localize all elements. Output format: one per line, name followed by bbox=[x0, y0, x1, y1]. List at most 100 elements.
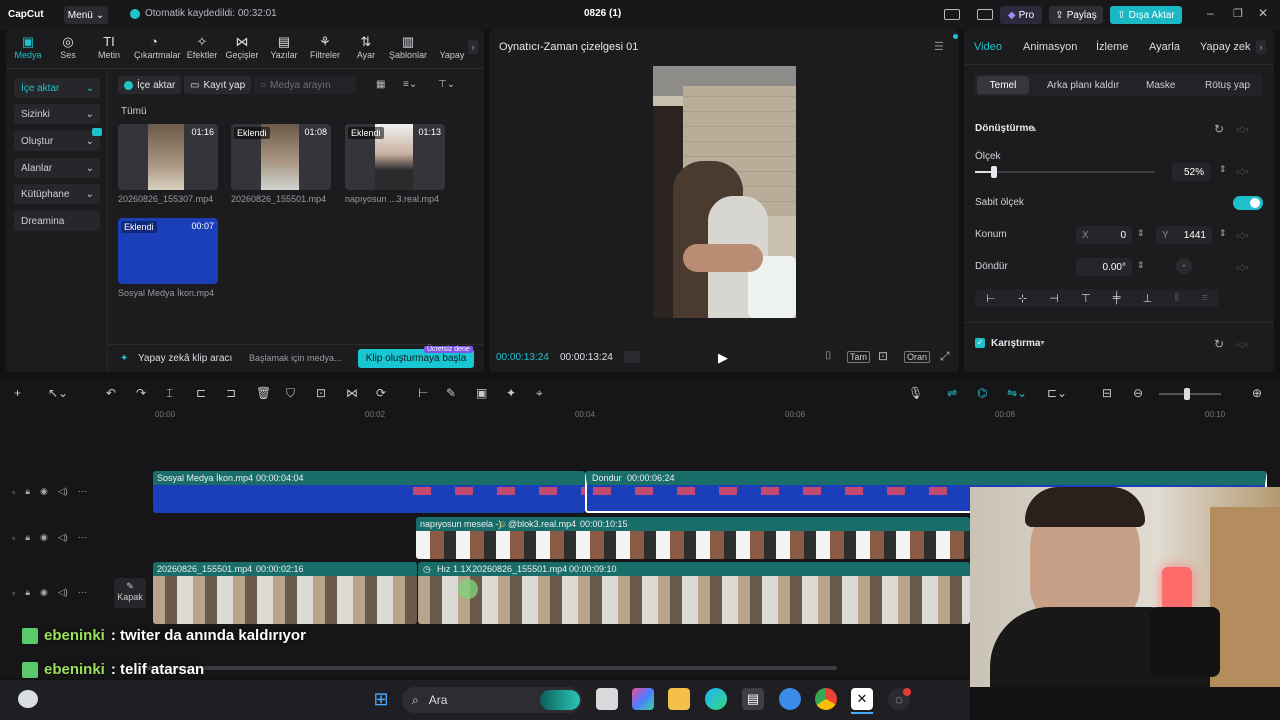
rotate-icon[interactable]: ⟳ bbox=[376, 386, 386, 400]
waveform-icon[interactable] bbox=[624, 351, 640, 363]
ratio-button[interactable]: Oran bbox=[904, 351, 931, 363]
globe-icon[interactable] bbox=[779, 688, 801, 710]
tool-sticker[interactable]: ◔ Çıkartmalar bbox=[134, 34, 181, 60]
tool-media[interactable]: ▣ Medya bbox=[8, 34, 48, 60]
stepper-icon[interactable]: ⇕ bbox=[1219, 164, 1227, 175]
tab-animation[interactable]: Animasyon bbox=[1023, 41, 1077, 53]
align-right-icon[interactable]: ⊣ bbox=[1049, 292, 1059, 305]
keyframe-icon[interactable]: ‹◇› bbox=[1236, 124, 1249, 135]
keyframe-icon[interactable]: ‹◇› bbox=[1236, 166, 1249, 177]
shield-icon[interactable]: ⛉ bbox=[286, 386, 295, 401]
keyframe-icon[interactable]: ‹◇› bbox=[1236, 339, 1249, 350]
transition-marker[interactable] bbox=[458, 579, 478, 599]
chart-icon[interactable]: ⌷ bbox=[825, 350, 832, 363]
sidebar-item-spaces[interactable]: Alanlar ⌄ bbox=[14, 158, 100, 178]
snap-icon[interactable]: ⇋⌄ bbox=[1007, 386, 1027, 400]
media-item[interactable]: Eklendi 01:13 napıyosun ...3.real.mp4 bbox=[345, 124, 445, 204]
split-left-icon[interactable]: ⊏ bbox=[196, 386, 206, 400]
chevron-up-icon[interactable]: ▲ bbox=[1030, 124, 1038, 133]
sidebar-item-library[interactable]: Kütüphane ⌄ bbox=[14, 184, 100, 204]
select-icon[interactable]: ↖⌄ bbox=[48, 386, 68, 400]
edit-icon[interactable]: ✎ bbox=[446, 386, 456, 400]
stepper-icon[interactable]: ⇕ bbox=[1137, 228, 1145, 239]
full-quality-button[interactable]: Tam bbox=[847, 351, 871, 363]
maximize-icon[interactable]: ❐ bbox=[1233, 7, 1243, 20]
sort-icon[interactable]: ≡⌄ bbox=[403, 79, 417, 90]
chevron-right-icon[interactable]: › bbox=[468, 40, 478, 54]
task-view-icon[interactable] bbox=[596, 688, 618, 710]
more-icon[interactable]: ⋯ bbox=[78, 486, 87, 497]
stepper-icon[interactable]: ⇕ bbox=[1219, 228, 1227, 239]
tool-audio[interactable]: ◎ Ses bbox=[48, 34, 88, 60]
chrome-icon[interactable] bbox=[815, 688, 837, 710]
video-preview[interactable] bbox=[653, 66, 796, 318]
position-y-field[interactable]: Y 1441 bbox=[1156, 226, 1212, 244]
copilot-icon[interactable] bbox=[632, 688, 654, 710]
align-bottom-icon[interactable]: ⊥ bbox=[1143, 292, 1153, 305]
subtab-basic[interactable]: Temel bbox=[977, 76, 1029, 94]
cover-button[interactable]: ✎ Kapak bbox=[114, 578, 146, 608]
mirror-icon[interactable]: ⋈ bbox=[346, 386, 358, 400]
tab-ai[interactable]: Yapay zek bbox=[1200, 41, 1252, 53]
split-icon[interactable]: ⌶ bbox=[166, 386, 173, 401]
tool-captions[interactable]: ▤ Yazılar bbox=[264, 34, 304, 60]
track-toggle-icon[interactable]: ▫ bbox=[12, 588, 15, 598]
track-toggle-icon[interactable]: ▫ bbox=[12, 533, 15, 543]
track-toggle-icon[interactable]: ▫ bbox=[12, 487, 15, 497]
zoom-slider-thumb[interactable] bbox=[1184, 388, 1190, 400]
magic-icon[interactable]: ✦ bbox=[506, 386, 516, 400]
weather-icon[interactable] bbox=[18, 690, 38, 708]
capcut-taskbar-icon[interactable]: ✕ bbox=[851, 688, 873, 710]
play-icon[interactable]: ▶ bbox=[718, 350, 728, 366]
split-right-icon[interactable]: ⊐ bbox=[226, 386, 236, 400]
microphone-icon[interactable]: 🎙︎ bbox=[908, 386, 923, 400]
reset-icon[interactable]: ↻ bbox=[1214, 122, 1224, 136]
subtab-remove-bg[interactable]: Arka planı kaldır bbox=[1047, 80, 1119, 91]
blend-checkbox[interactable]: ✓ bbox=[975, 338, 985, 348]
search-input[interactable]: ○ Medya arayın bbox=[254, 76, 356, 94]
zoom-out-icon[interactable]: ⊖ bbox=[1133, 386, 1143, 400]
tool-effects[interactable]: ✧ Efektler bbox=[182, 34, 222, 60]
align-center-h-icon[interactable]: ⊹ bbox=[1018, 292, 1027, 305]
tool-ai[interactable]: Yapay bbox=[432, 34, 472, 60]
fit-icon[interactable]: ⊟ bbox=[1102, 386, 1112, 400]
align-left-icon[interactable]: ⊢ bbox=[986, 292, 996, 305]
reset-icon[interactable]: ↻ bbox=[1214, 337, 1224, 351]
crop-icon[interactable]: ⊡ bbox=[316, 386, 326, 400]
lock-icon[interactable]: 🔒︎ bbox=[25, 486, 30, 497]
tab-video[interactable]: Video bbox=[974, 41, 1002, 53]
extend-icon[interactable]: ⊢ bbox=[418, 386, 428, 400]
export-button[interactable]: ⇧ Dışa Aktar bbox=[1110, 6, 1182, 24]
scale-value-field[interactable]: 52% bbox=[1172, 163, 1210, 181]
eye-icon[interactable]: ◉ bbox=[40, 587, 48, 598]
windows-start-icon[interactable]: ⊞ bbox=[370, 688, 392, 710]
ai-tool-icon[interactable]: ⌖ bbox=[536, 386, 543, 401]
hd-icon[interactable]: ▣ bbox=[476, 386, 487, 400]
crop-icon[interactable]: ⊡ bbox=[878, 349, 888, 363]
share-button[interactable]: ⇪ Paylaş bbox=[1049, 6, 1103, 24]
media-item[interactable]: 01:16 20260826_155307.mp4 bbox=[118, 124, 218, 204]
lock-icon[interactable]: 🔒︎ bbox=[25, 587, 30, 598]
layout-icon[interactable] bbox=[944, 9, 960, 20]
stepper-icon[interactable]: ⇕ bbox=[1137, 260, 1145, 271]
tool-text[interactable]: TI Metin bbox=[89, 34, 129, 60]
edge-icon[interactable] bbox=[705, 688, 727, 710]
minimize-icon[interactable]: – bbox=[1207, 6, 1214, 20]
preview-axis-icon[interactable]: ⊏⌄ bbox=[1047, 386, 1067, 400]
scale-slider-track[interactable] bbox=[975, 171, 1155, 173]
tool-adjust[interactable]: ⇅ Ayar bbox=[346, 34, 386, 60]
lock-icon[interactable]: 🔒︎ bbox=[25, 532, 30, 543]
add-icon[interactable]: + bbox=[14, 386, 21, 400]
keyframe-icon[interactable]: ‹◇› bbox=[1236, 230, 1249, 241]
store-icon[interactable]: ▤ bbox=[742, 688, 764, 710]
link-icon[interactable]: ⇌ bbox=[947, 386, 957, 400]
scale-slider-thumb[interactable] bbox=[991, 166, 997, 178]
position-x-field[interactable]: X0 bbox=[1076, 226, 1132, 244]
distribute-v-icon[interactable]: ≡ bbox=[1201, 292, 1207, 304]
menu-lines-icon[interactable]: ☰ bbox=[934, 40, 944, 53]
speaker-icon[interactable]: ◁) bbox=[58, 587, 68, 598]
file-explorer-icon[interactable] bbox=[668, 688, 690, 710]
rotate-value-field[interactable]: 0.00° bbox=[1076, 258, 1132, 276]
uniform-scale-toggle[interactable] bbox=[1233, 196, 1263, 210]
align-top-icon[interactable]: ⊤ bbox=[1081, 292, 1091, 305]
